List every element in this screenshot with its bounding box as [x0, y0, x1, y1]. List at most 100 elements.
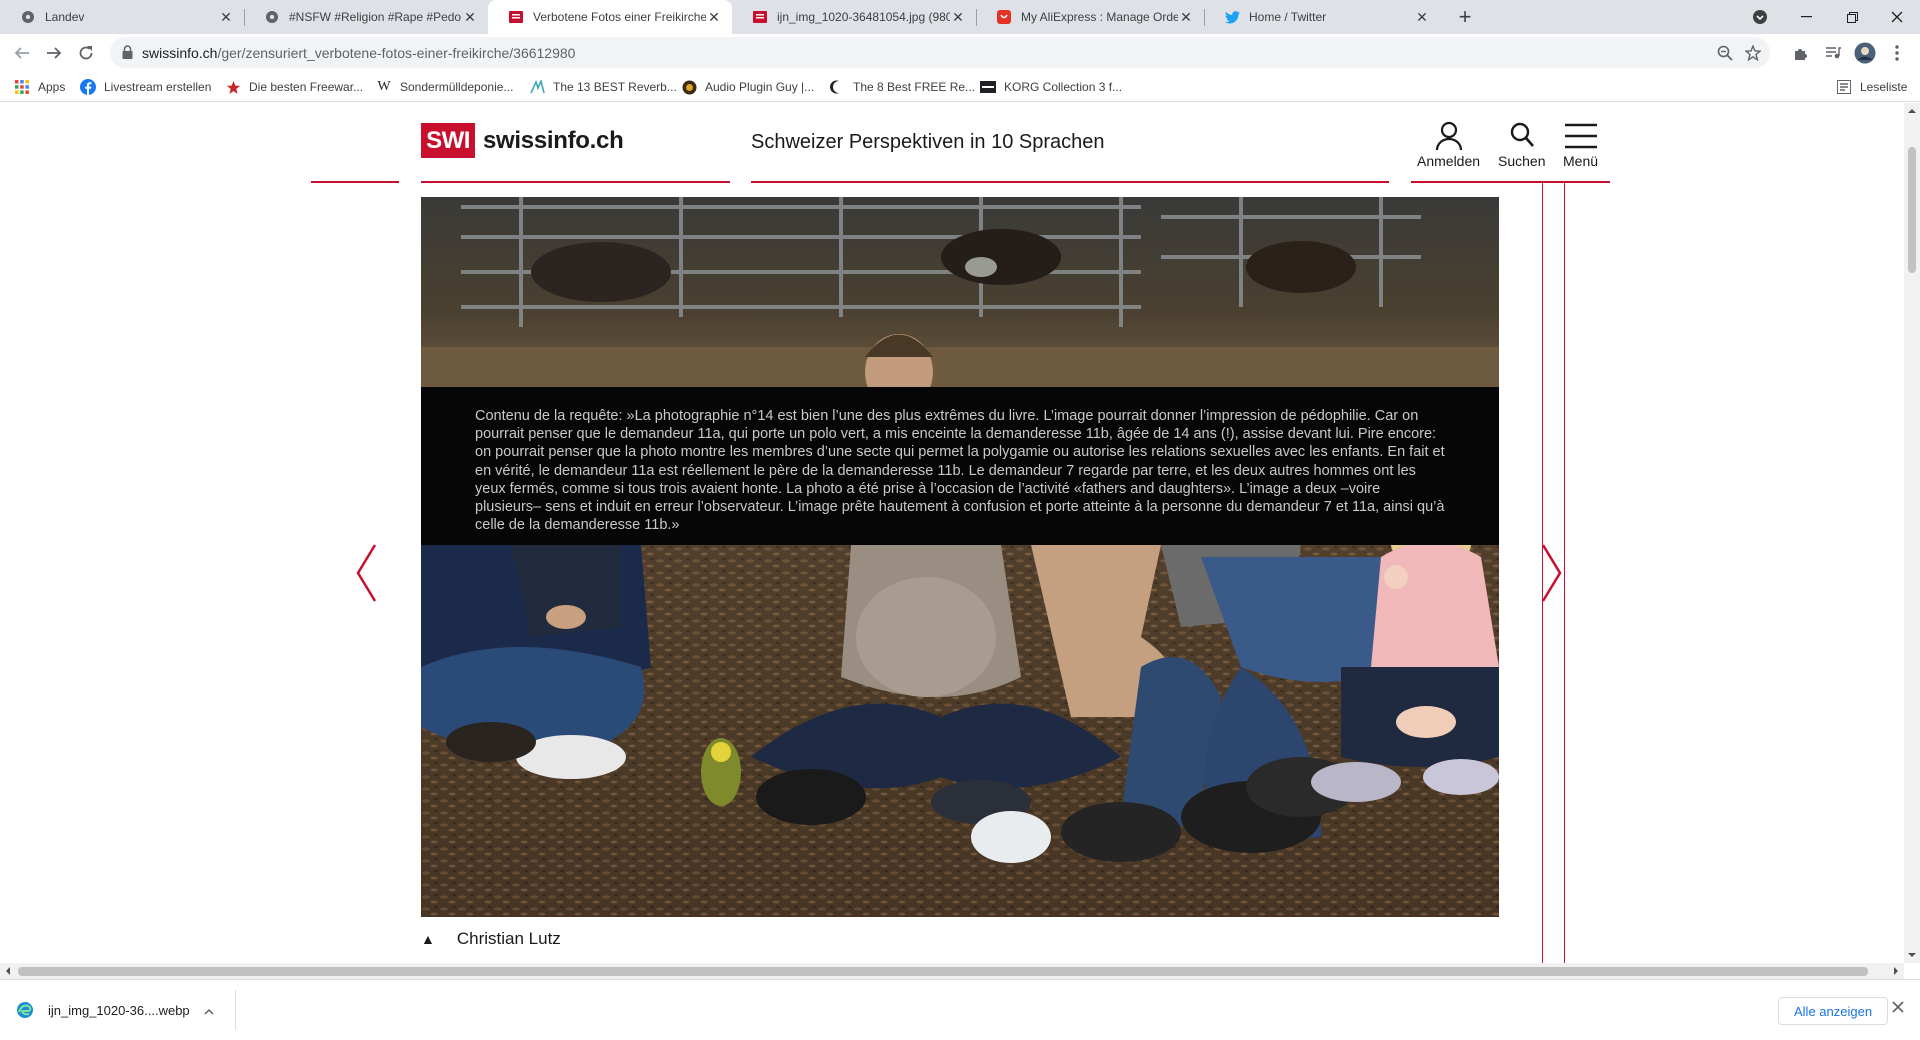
header-rule: [421, 181, 730, 183]
login-button[interactable]: Anmelden: [1417, 121, 1480, 169]
tab-strip: Landev ✕ #NSFW #Religion #Rape #Pedo # ✕…: [0, 0, 1920, 34]
close-downloads-icon[interactable]: [1892, 1000, 1904, 1018]
bookmark-korg[interactable]: KORG Collection 3 f...: [980, 78, 1122, 96]
bookmark-label: Livestream erstellen: [104, 80, 212, 94]
restore-button[interactable]: [1829, 0, 1875, 34]
reload-icon: [79, 46, 93, 60]
media-controls-icon[interactable]: [1821, 41, 1845, 65]
bookmark-star-icon[interactable]: [1742, 42, 1764, 64]
download-file-name: ijn_img_1020-36....webp: [48, 1002, 190, 1018]
scroll-right-icon: [1894, 967, 1898, 975]
menu-label: Menü: [1563, 153, 1599, 169]
extensions-icon[interactable]: [1789, 41, 1813, 65]
star-icon: [225, 79, 241, 95]
reading-list[interactable]: Leseliste: [1836, 78, 1907, 96]
tab-twitter[interactable]: Home / Twitter ✕: [1204, 0, 1440, 34]
browser-menu-icon[interactable]: [1885, 41, 1909, 65]
close-tab-icon[interactable]: ✕: [950, 9, 966, 25]
logo-text: swissinfo.ch: [483, 126, 624, 154]
bookmark-label: KORG Collection 3 f...: [1004, 80, 1123, 94]
search-button[interactable]: Suchen: [1498, 121, 1545, 169]
logo-box: SWI: [421, 123, 475, 158]
url-path: /ger/zensuriert_verbotene-fotos-einer-fr…: [217, 45, 576, 61]
zoom-icon[interactable]: [1714, 42, 1736, 64]
column-rule: [1564, 183, 1565, 963]
tab-search-icon: [1753, 10, 1767, 24]
vertical-scroll-thumb[interactable]: [1908, 147, 1916, 273]
url-text[interactable]: swissinfo.ch/ger/zensuriert_verbotene-fo…: [142, 45, 575, 61]
tab-title: Home / Twitter: [1249, 10, 1327, 24]
bookmark-label: Sondermülldeponie...: [400, 80, 514, 94]
triangle-up-icon[interactable]: ▲: [421, 931, 435, 947]
forward-arrow-icon: [47, 47, 62, 59]
edge-file-icon: [17, 1002, 33, 1018]
bookmark-label: Apps: [38, 80, 66, 94]
bookmark-apps[interactable]: Apps: [14, 78, 65, 96]
close-tab-icon[interactable]: ✕: [1414, 9, 1430, 25]
gallery-next-button[interactable]: [1541, 543, 1563, 608]
credit-name: Christian Lutz: [456, 929, 561, 948]
horizontal-scroll-thumb[interactable]: [18, 967, 1868, 976]
bookmark-sondermuell[interactable]: W Sondermülldeponie...: [376, 78, 513, 96]
tab-title: #NSFW #Religion #Rape #Pedo #: [289, 10, 462, 24]
scroll-left-icon: [6, 967, 10, 975]
close-tab-icon[interactable]: ✕: [218, 9, 234, 25]
close-tab-icon[interactable]: ✕: [1178, 9, 1194, 25]
wikipedia-icon: W: [377, 79, 391, 94]
bookmark-free-reverb[interactable]: The 8 Best FREE Re...: [829, 78, 975, 96]
close-tab-icon[interactable]: ✕: [706, 9, 722, 25]
search-label: Suchen: [1498, 153, 1546, 169]
hamburger-icon: [1564, 123, 1597, 149]
reload-button[interactable]: [72, 39, 100, 67]
close-window-button[interactable]: [1874, 0, 1920, 34]
address-bar[interactable]: swissinfo.ch/ger/zensuriert_verbotene-fo…: [110, 37, 1770, 68]
tab-ijn-img[interactable]: ijn_img_1020-36481054.jpg (980 ✕: [732, 0, 976, 34]
browser-toolbar: swissinfo.ch/ger/zensuriert_verbotene-fo…: [0, 34, 1920, 72]
header-rule: [1411, 181, 1610, 183]
close-tab-icon[interactable]: ✕: [462, 9, 478, 25]
search-icon: [1510, 122, 1534, 147]
header-rule: [311, 181, 399, 183]
bookmark-reverb[interactable]: The 13 BEST Reverb...: [529, 78, 677, 96]
moon-icon: [829, 79, 845, 95]
tab-search-button[interactable]: [1737, 0, 1783, 34]
minimize-button[interactable]: [1783, 0, 1829, 34]
swi-logo[interactable]: SWI swissinfo.ch: [421, 123, 624, 158]
bookmark-label: Die besten Freewar...: [249, 80, 364, 94]
new-tab-button[interactable]: +: [1453, 6, 1477, 30]
korg-icon: [980, 79, 996, 95]
header-rule: [751, 181, 1389, 183]
lock-icon[interactable]: [122, 45, 133, 64]
bookmark-freeware[interactable]: Die besten Freewar...: [225, 78, 363, 96]
gear-icon: [20, 9, 36, 25]
chevron-up-icon[interactable]: [204, 1003, 214, 1018]
download-item[interactable]: ijn_img_1020-36....webp: [16, 990, 236, 1030]
bookmark-audio-plugin-guy[interactable]: Audio Plugin Guy |...: [681, 78, 814, 96]
tab-landev[interactable]: Landev ✕: [0, 0, 244, 34]
chevron-left-icon: [356, 544, 377, 602]
show-all-downloads-button[interactable]: Alle anzeigen: [1778, 997, 1889, 1025]
horizontal-scrollbar[interactable]: [0, 963, 1904, 979]
back-arrow-icon: [14, 47, 29, 59]
apps-grid-icon: [14, 79, 30, 95]
user-icon: [1435, 121, 1462, 151]
tab-verbotene-fotos[interactable]: Verbotene Fotos einer Freikirche ✕: [488, 0, 732, 34]
tab-nsfw[interactable]: #NSFW #Religion #Rape #Pedo # ✕: [244, 0, 488, 34]
photo-credit[interactable]: ▲ Christian Lutz: [421, 929, 561, 949]
vertical-scrollbar[interactable]: [1904, 103, 1920, 963]
tab-aliexpress[interactable]: My AliExpress : Manage Orders ✕: [976, 0, 1204, 34]
avatar[interactable]: [1853, 41, 1877, 65]
downloads-bar: ijn_img_1020-36....webp Alle anzeigen: [0, 979, 1920, 1040]
forward-button[interactable]: [40, 39, 68, 67]
back-button[interactable]: [8, 39, 36, 67]
swi-icon: [752, 9, 768, 25]
tab-title: My AliExpress : Manage Orders: [1021, 10, 1178, 24]
tab-title: ijn_img_1020-36481054.jpg (980: [777, 10, 950, 24]
bookmark-livestream[interactable]: Livestream erstellen: [80, 78, 211, 96]
gallery-photo[interactable]: Contenu de la requête: »La photographie …: [421, 197, 1499, 917]
reading-list-icon: [1836, 79, 1852, 95]
gallery-prev-button[interactable]: [355, 543, 377, 608]
menu-button[interactable]: Menü: [1563, 121, 1598, 169]
scroll-down-icon: [1908, 953, 1916, 957]
bookmark-label: The 8 Best FREE Re...: [853, 80, 976, 94]
